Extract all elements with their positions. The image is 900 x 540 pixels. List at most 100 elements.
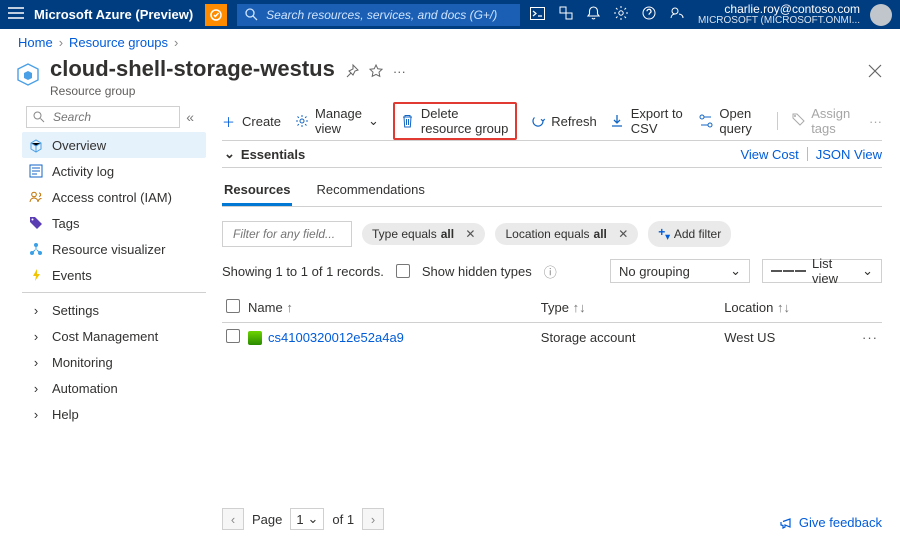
filter-field[interactable] — [222, 221, 352, 247]
chevron-right-icon: › — [59, 35, 63, 50]
page-label: Page — [252, 512, 282, 527]
preview-badge-icon[interactable] — [205, 4, 227, 26]
overview-cube-icon — [28, 138, 44, 152]
activity-log-icon — [28, 164, 44, 178]
events-icon — [28, 268, 44, 282]
sidebar-item-iam[interactable]: Access control (IAM) — [22, 184, 206, 210]
info-icon[interactable]: ⓘ — [544, 262, 557, 281]
global-search[interactable] — [237, 4, 520, 26]
create-button[interactable]: ＋Create — [222, 112, 281, 131]
star-icon[interactable] — [369, 64, 383, 81]
resource-table: Name ↑ Type ↑↓ Location ↑↓ cs4100320012e… — [222, 293, 882, 352]
add-filter-label: Add filter — [674, 227, 721, 241]
select-all-checkbox[interactable] — [226, 299, 240, 313]
filter-pill-location[interactable]: Location equals all ✕ — [495, 223, 638, 245]
pager: ‹ Page 1⌄ of 1 › — [222, 508, 384, 530]
json-view-link[interactable]: JSON View — [816, 147, 882, 162]
sidebar-item-settings[interactable]: › Settings — [22, 297, 206, 323]
filter-pill-type[interactable]: Type equals all ✕ — [362, 223, 485, 245]
resource-name-link[interactable]: cs4100320012e52a4a9 — [268, 330, 404, 345]
sidebar-search-input[interactable] — [51, 109, 173, 125]
manage-view-button[interactable]: Manage view ⌄ — [295, 106, 379, 136]
col-name[interactable]: Name ↑ — [244, 293, 537, 323]
sidebar-search[interactable] — [26, 106, 180, 128]
chevron-right-icon: › — [28, 381, 44, 396]
account-block[interactable]: charlie.roy@contoso.com MICROSOFT (MICRO… — [698, 3, 860, 27]
col-location[interactable]: Location ↑↓ — [720, 293, 852, 323]
close-icon[interactable]: ✕ — [618, 227, 628, 241]
row-more-icon[interactable]: ··· — [852, 323, 882, 353]
search-icon — [245, 8, 258, 21]
grouping-select[interactable]: No grouping⌄ — [610, 259, 750, 283]
sidebar-item-events[interactable]: Events — [22, 262, 206, 288]
view-cost-link[interactable]: View Cost — [740, 147, 798, 162]
crumb-rg[interactable]: Resource groups — [69, 35, 168, 50]
add-filter-button[interactable]: +▾ Add filter — [648, 221, 731, 246]
sidebar-item-automation[interactable]: › Automation — [22, 375, 206, 401]
chevron-down-icon: ⌄ — [224, 146, 235, 162]
sort-icon: ↑↓ — [573, 300, 586, 315]
sidebar-item-monitoring[interactable]: › Monitoring — [22, 349, 206, 375]
sidebar-item-activity-log[interactable]: Activity log — [22, 158, 206, 184]
assign-label: Assign tags — [811, 106, 855, 136]
refresh-button[interactable]: Refresh — [531, 114, 597, 129]
chevron-down-icon: ⌄ — [307, 511, 318, 527]
collapse-sidebar-icon[interactable]: « — [180, 109, 200, 125]
col-type[interactable]: Type ↑↓ — [537, 293, 720, 323]
trash-icon — [401, 114, 415, 128]
settings-icon[interactable] — [614, 6, 628, 23]
query-icon — [699, 114, 713, 128]
tab-resources[interactable]: Resources — [222, 182, 292, 206]
tag-icon — [28, 216, 44, 230]
essentials-label: Essentials — [241, 147, 305, 162]
chevron-down-icon: ⌄ — [862, 263, 873, 279]
open-query-button[interactable]: Open query — [699, 106, 763, 136]
more-icon[interactable]: ··· — [393, 64, 406, 79]
tag-icon — [792, 113, 805, 129]
pin-icon[interactable] — [345, 64, 359, 81]
table-row[interactable]: cs4100320012e52a4a9 Storage account West… — [222, 323, 882, 353]
storage-account-icon — [248, 331, 262, 345]
more-toolbar-icon[interactable]: ··· — [869, 114, 882, 129]
feedback-icon[interactable] — [670, 6, 684, 23]
directory-icon[interactable] — [559, 6, 573, 23]
prev-page-button[interactable]: ‹ — [222, 508, 244, 530]
give-feedback-link[interactable]: Give feedback — [779, 515, 882, 530]
page-number-select[interactable]: 1⌄ — [290, 508, 324, 530]
row-checkbox[interactable] — [226, 329, 240, 343]
next-page-button[interactable]: › — [362, 508, 384, 530]
avatar[interactable] — [870, 4, 892, 26]
record-count: Showing 1 to 1 of 1 records. — [222, 264, 384, 279]
export-csv-button[interactable]: Export to CSV — [611, 106, 686, 136]
iam-icon — [28, 190, 44, 204]
sidebar: « Overview Activity log Access control (… — [12, 106, 212, 540]
sidebar-item-label: Events — [52, 268, 92, 283]
sidebar-item-tags[interactable]: Tags — [22, 210, 206, 236]
delete-resource-group-button[interactable]: Delete resource group — [393, 102, 517, 140]
menu-icon[interactable] — [8, 6, 24, 23]
page-subtitle: Resource group — [50, 84, 335, 98]
resource-type: Storage account — [537, 323, 720, 353]
sort-icon: ↑↓ — [777, 300, 790, 315]
plus-icon: ＋ — [222, 112, 236, 131]
sidebar-item-label: Monitoring — [52, 355, 113, 370]
gear-icon — [295, 114, 309, 128]
show-hidden-checkbox[interactable] — [396, 264, 410, 278]
help-icon[interactable] — [642, 6, 656, 23]
filter-input[interactable] — [231, 226, 343, 242]
sidebar-item-overview[interactable]: Overview — [22, 132, 206, 158]
sidebar-item-resource-visualizer[interactable]: Resource visualizer — [22, 236, 206, 262]
cloudshell-icon[interactable] — [530, 7, 545, 23]
sidebar-item-help[interactable]: › Help — [22, 401, 206, 427]
global-search-input[interactable] — [264, 7, 512, 23]
notifications-icon[interactable] — [587, 6, 600, 23]
close-icon[interactable]: ✕ — [465, 227, 475, 241]
sidebar-item-cost-management[interactable]: › Cost Management — [22, 323, 206, 349]
crumb-home[interactable]: Home — [18, 35, 53, 50]
view-mode-select[interactable]: List view ⌄ — [762, 259, 882, 283]
sidebar-item-label: Settings — [52, 303, 99, 318]
tab-recommendations[interactable]: Recommendations — [314, 182, 426, 206]
list-icon — [771, 270, 806, 272]
close-icon[interactable] — [868, 64, 882, 81]
essentials-toggle[interactable]: ⌄ Essentials — [224, 146, 305, 162]
